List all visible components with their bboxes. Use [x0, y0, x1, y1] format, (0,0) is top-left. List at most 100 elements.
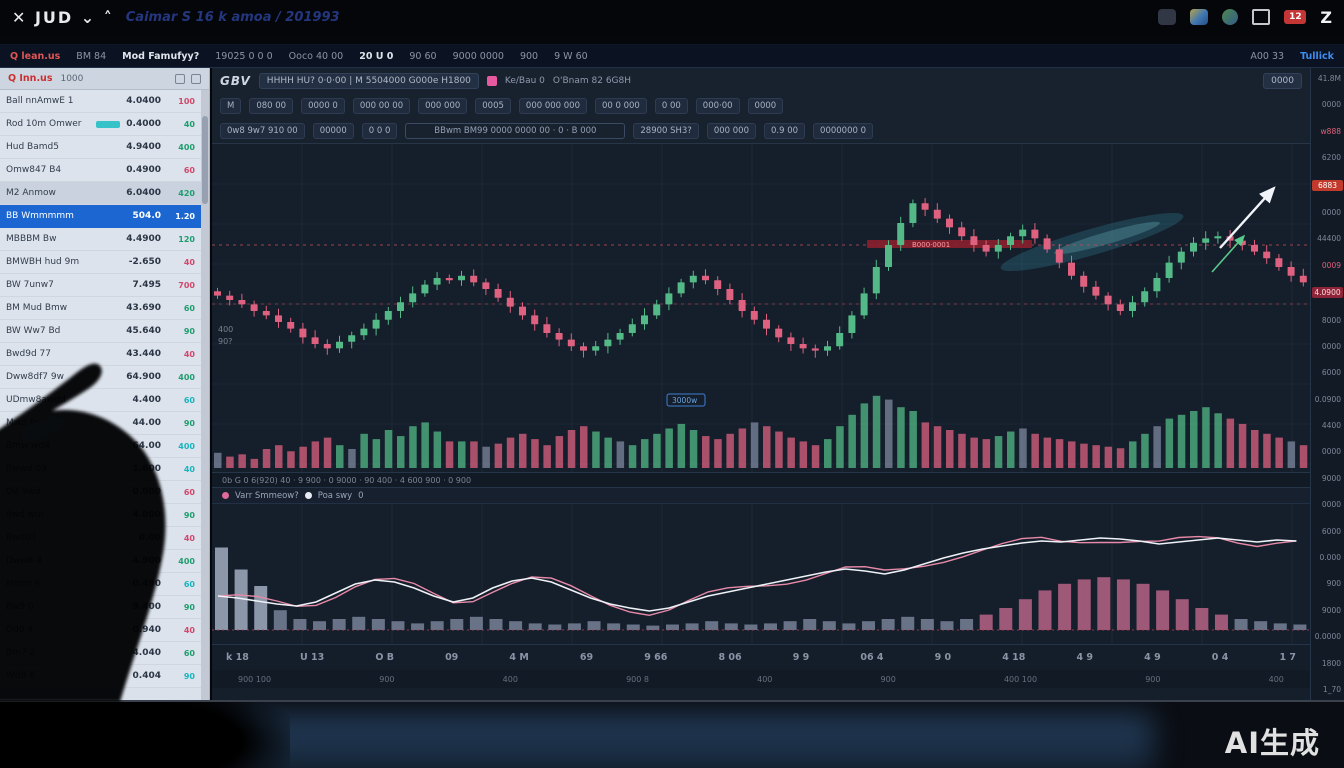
price-axis[interactable]: 41.8M0000w8886200688300004440000094.0900…	[1310, 68, 1344, 700]
time-axis[interactable]: k 18U 13O B094 M699 668 069 906 49 04 18…	[212, 644, 1310, 670]
symbol-name: Wd8 6	[6, 671, 127, 681]
watchlist-row[interactable]: Hud Bamd54.9400400	[0, 136, 201, 159]
chart-header-value[interactable]: 0000	[1263, 73, 1302, 89]
watchlist-tab[interactable]: Q Inn.us	[8, 73, 52, 84]
chart-tool-r-1[interactable]: 000 000	[707, 123, 756, 139]
toolbar-item-5[interactable]: 20 U 0	[359, 51, 393, 62]
toolbar-item-2[interactable]: Mod Famufyy?	[122, 51, 199, 62]
watchlist-row[interactable]: Od 9wd0.00060	[0, 481, 201, 504]
watchlist-row[interactable]: BB Wmmmmm504.01.20	[0, 205, 201, 228]
candlestick-chart[interactable]: B000·00013000w40090?	[212, 144, 1310, 472]
chart-button-8[interactable]: 0 00	[655, 98, 688, 114]
watchlist-row[interactable]: BW Ww7 Bd45.64090	[0, 320, 201, 343]
tiny-tick-2: 400	[503, 675, 518, 684]
chart-tool-r-0[interactable]: 28900 SH3?	[633, 123, 698, 139]
watchlist-row[interactable]: Bmw wd464.00400	[0, 435, 201, 458]
symbol-change: 60	[167, 396, 195, 405]
time-tick-3: 09	[445, 652, 458, 663]
chart-tool-1[interactable]: 00000	[313, 123, 354, 139]
symbol-price: 0.4000	[126, 119, 161, 129]
watchlist-row[interactable]: Mmm 90.49060	[0, 573, 201, 596]
time-axis-secondary: 900 100900400900 8400900400 100900400	[212, 670, 1310, 688]
add-symbol-icon[interactable]	[191, 74, 201, 84]
symbol-change: 60	[167, 649, 195, 658]
toolbar-item-1[interactable]: BM 84	[76, 51, 106, 62]
chart-tool-r-3[interactable]: 0000000 0	[813, 123, 873, 139]
chart-button-3[interactable]: 000 00 00	[353, 98, 410, 114]
watchlist-row[interactable]: UDmw8awdd4.40060	[0, 389, 201, 412]
watchlist-row[interactable]: Bwwd 091.60040	[0, 458, 201, 481]
watchlist-row[interactable]: BW 7unw77.495700	[0, 274, 201, 297]
watchlist-row[interactable]: BMWBH hud 9m-2.65040	[0, 251, 201, 274]
watchlist-row[interactable]: 8wd wur4.00090	[0, 504, 201, 527]
tray-app-icon[interactable]	[1158, 9, 1176, 25]
watchlist-row[interactable]: Ball nnAmwE 14.0400100	[0, 90, 201, 113]
toolbar-item-0[interactable]: Q lean.us	[10, 51, 60, 62]
indicator-name-2[interactable]: Poa swy	[318, 491, 352, 501]
chart-region: GBV HHHH HU? 0·0·00 | M 5504000 G000e H1…	[212, 68, 1310, 700]
indicator-dot-pink-icon	[222, 492, 229, 499]
watchlist-row[interactable]: Wd8 60.40490	[0, 665, 201, 688]
watchlist-row[interactable]: Bw9 09.40090	[0, 596, 201, 619]
toolbar-item-8[interactable]: 900	[520, 51, 538, 62]
symbol-name: BW 7unw7	[6, 280, 127, 290]
toolbar-item-6[interactable]: 90 60	[409, 51, 436, 62]
tiny-tick-4: 400	[757, 675, 772, 684]
scrollbar-thumb[interactable]	[202, 116, 208, 204]
chart-tool-0[interactable]: 0w8 9w7 910 00	[220, 123, 305, 139]
alert-marker-icon[interactable]	[487, 76, 497, 86]
toolbar-item-3[interactable]: 19025 0 0 0	[215, 51, 272, 62]
watchlist-row[interactable]: Bwd070.0040	[0, 527, 201, 550]
chart-button-5[interactable]: 0005	[475, 98, 511, 114]
watchlist-row[interactable]: MBBBM Bw4.4900120	[0, 228, 201, 251]
price-axis-label: 44400	[1312, 234, 1343, 243]
svg-text:B000·0001: B000·0001	[912, 241, 950, 249]
watchlist-row[interactable]: M2 Anmow6.0400420	[0, 182, 201, 205]
symbol-name: Hud Bamd5	[6, 142, 120, 152]
toolbar-right-item-1[interactable]: Tullick	[1300, 51, 1334, 62]
symbol-change: 400	[167, 557, 195, 566]
chart-button-2[interactable]: 0000 0	[301, 98, 345, 114]
watchlist-row[interactable]: Dww8df7 9w64.900400	[0, 366, 201, 389]
symbol-name: Od0 4	[6, 625, 127, 635]
chart-button-6[interactable]: 000 000 000	[519, 98, 587, 114]
toolbar-right-item-0[interactable]: A00 33	[1250, 51, 1284, 62]
chart-button-1[interactable]: 080 00	[249, 98, 293, 114]
window-icon[interactable]	[1252, 9, 1270, 25]
watchlist-row[interactable]: Omw847 B40.490060	[0, 159, 201, 182]
symbol-info-pill[interactable]: HHHH HU? 0·0·00 | M 5504000 G000e H1800	[259, 73, 479, 89]
toolbar-item-9[interactable]: 9 W 60	[554, 51, 588, 62]
chart-button-0[interactable]: M	[220, 98, 241, 114]
time-tick-7: 8 06	[718, 652, 741, 663]
colored-app-icon[interactable]	[1190, 9, 1208, 25]
chart-button-7[interactable]: 00 0 000	[595, 98, 647, 114]
watchlist-row[interactable]: Rod 10m Omwer0.400040	[0, 113, 201, 136]
watchlist-row[interactable]: BM Mud Bmw43.69060	[0, 297, 201, 320]
symbol-name: BW Ww7 Bd	[6, 326, 120, 336]
price-chart-canvas[interactable]: B000·00013000w40090?	[212, 144, 1310, 472]
watchlist-row[interactable]: Bm7 24.04060	[0, 642, 201, 665]
symbol-price: 4.000	[133, 510, 161, 520]
symbol-search-pill[interactable]: BBwm BM99 0000 0000 00 · 0 · B 000	[405, 123, 625, 139]
symbol-name: Omw847 B4	[6, 165, 120, 175]
chart-button-10[interactable]: 0000	[748, 98, 784, 114]
chart-tool-2[interactable]: 0 0 0	[362, 123, 398, 139]
watchlist-row[interactable]: Mwd 0mw844.0090	[0, 412, 201, 435]
list-settings-icon[interactable]	[175, 74, 185, 84]
chart-button-4[interactable]: 000 000	[418, 98, 467, 114]
symbol-change: 1.20	[167, 212, 195, 221]
z-menu-icon[interactable]: Z	[1320, 8, 1332, 27]
chart-button-9[interactable]: 000·00	[696, 98, 740, 114]
watchlist-row[interactable]: Bwd9d 7743.44040	[0, 343, 201, 366]
oscillator-chart[interactable]	[212, 504, 1310, 644]
watchlist-tab-secondary[interactable]: 1000	[60, 74, 83, 84]
watchlist-row[interactable]: Od0 40.94040	[0, 619, 201, 642]
status-orb-icon[interactable]	[1222, 9, 1238, 25]
watchlist-scrollbar[interactable]	[201, 90, 209, 700]
chart-tool-r-2[interactable]: 0.9 00	[764, 123, 805, 139]
indicator-name[interactable]: Varr Smmeow?	[235, 491, 299, 501]
toolbar-item-7[interactable]: 9000 0000	[453, 51, 504, 62]
watchlist-row[interactable]: Dww8 44.900400	[0, 550, 201, 573]
toolbar-item-4[interactable]: Ooco 40 00	[289, 51, 344, 62]
system-tray: 12 Z	[1158, 8, 1332, 27]
